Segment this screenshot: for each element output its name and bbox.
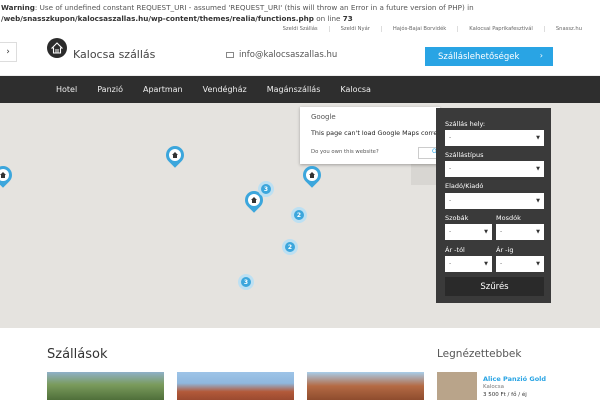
warning-online: on line (313, 14, 343, 23)
nav-apartman[interactable]: Apartman (143, 85, 183, 94)
map-marker-pin[interactable] (162, 142, 188, 168)
side-panel-toggle[interactable]: › (0, 42, 17, 62)
site-title[interactable]: Kalocsa szállás (73, 48, 155, 61)
map-cluster-marker[interactable]: 2 (291, 207, 307, 223)
nav-hotel[interactable]: Hotel (56, 85, 77, 94)
tipus-label: Szállástípus (445, 151, 484, 159)
mosdok-label: Mosdók (496, 214, 521, 222)
maps-error-message: This page can't load Google Maps correct… (311, 129, 451, 137)
szobak-label: Szobák (445, 214, 469, 222)
listing-thumbnail[interactable] (47, 372, 164, 400)
recommended-thumbnail[interactable] (437, 372, 477, 400)
arig-label: Ár -ig (496, 246, 514, 254)
top-links: Szeldi Szállás Szeldi Nyár Hajós-Bajai B… (283, 26, 582, 32)
listing-thumbnail[interactable] (307, 372, 424, 400)
chevron-down-icon: ▼ (484, 261, 488, 267)
top-link-4[interactable]: Kalocsai Paprikafesztivál (457, 26, 533, 32)
nav-panzio[interactable]: Panzió (97, 85, 123, 94)
chevron-down-icon: ▼ (484, 229, 488, 235)
google-logo: Google (311, 113, 336, 121)
accommodations-button[interactable]: Szálláslehetőségek › (425, 47, 553, 66)
search-filter-panel: Szállás hely: - ▼ Szállástípus - ▼ Eladó/K… (436, 108, 551, 303)
recommended-location: Kalocsa (483, 384, 505, 390)
chevron-down-icon: ▼ (536, 135, 540, 141)
cta-label: Szálláslehetőségek (438, 51, 520, 62)
nav-maganszallas[interactable]: Magánszállás (267, 85, 321, 94)
own-website-link[interactable]: Do you own this website? (311, 149, 379, 155)
chevron-down-icon: ▼ (536, 166, 540, 172)
most-viewed-heading: Legnézettebbek (437, 348, 522, 360)
listing-thumbnail[interactable] (177, 372, 294, 400)
szobak-select[interactable]: - ▼ (445, 224, 492, 240)
tipus-select[interactable]: - ▼ (445, 161, 544, 177)
warning-prefix: Warning (1, 3, 35, 12)
nav-vendeghaz[interactable]: Vendégház (203, 85, 247, 94)
recommended-price: 3 500 Ft / fő / éj (483, 392, 527, 398)
email-text: info@kalocsaszallas.hu (239, 50, 338, 60)
map-marker-pin[interactable] (299, 162, 325, 188)
top-link-2[interactable]: Szeldi Nyár (328, 26, 370, 32)
recommended-title[interactable]: Alice Panzió Gold (483, 375, 546, 383)
top-link-1[interactable]: Szeldi Szállás (283, 26, 318, 32)
map-cluster-marker[interactable]: 2 (282, 239, 298, 255)
top-link-3[interactable]: Hajós-Bajai Borvidék (380, 26, 446, 32)
top-link-5[interactable]: Snassz.hu (543, 26, 582, 32)
artol-select[interactable]: - ▼ (445, 256, 492, 272)
map-cluster-marker[interactable]: 3 (258, 181, 274, 197)
warning-line: 73 (342, 14, 353, 23)
header-email[interactable]: info@kalocsaszallas.hu (226, 50, 337, 60)
google-maps-error-dialog: Google This page can't load Google Maps … (300, 107, 450, 164)
hely-label: Szállás hely: (445, 120, 486, 128)
main-nav: Hotel Panzió Apartman Vendégház Magánszá… (0, 76, 600, 103)
chevron-down-icon: ▼ (536, 198, 540, 204)
chevron-right-icon: › (539, 51, 543, 60)
envelope-icon (226, 52, 234, 58)
filter-submit-button[interactable]: Szűrés (445, 277, 544, 296)
nav-kalocsa[interactable]: Kalocsa (340, 85, 371, 94)
map-marker-pin[interactable] (0, 162, 16, 188)
artol-label: Ár -tól (445, 246, 465, 254)
arig-select[interactable]: - ▼ (496, 256, 544, 272)
elado-label: Eladó/Kiadó (445, 182, 484, 190)
hely-select[interactable]: - ▼ (445, 130, 544, 146)
elado-select[interactable]: - ▼ (445, 193, 544, 209)
map-cluster-marker[interactable]: 3 (238, 274, 254, 290)
listings-heading: Szállások (47, 347, 108, 362)
warning-text: : Use of undefined constant REQUEST_URI … (34, 3, 474, 12)
chevron-down-icon: ▼ (536, 261, 540, 267)
house-logo-icon[interactable] (47, 38, 67, 58)
mosdok-select[interactable]: - ▼ (496, 224, 544, 240)
warning-path: /web/snasszkupon/kalocsaszallas.hu/wp-co… (1, 14, 314, 23)
chevron-down-icon: ▼ (536, 229, 540, 235)
